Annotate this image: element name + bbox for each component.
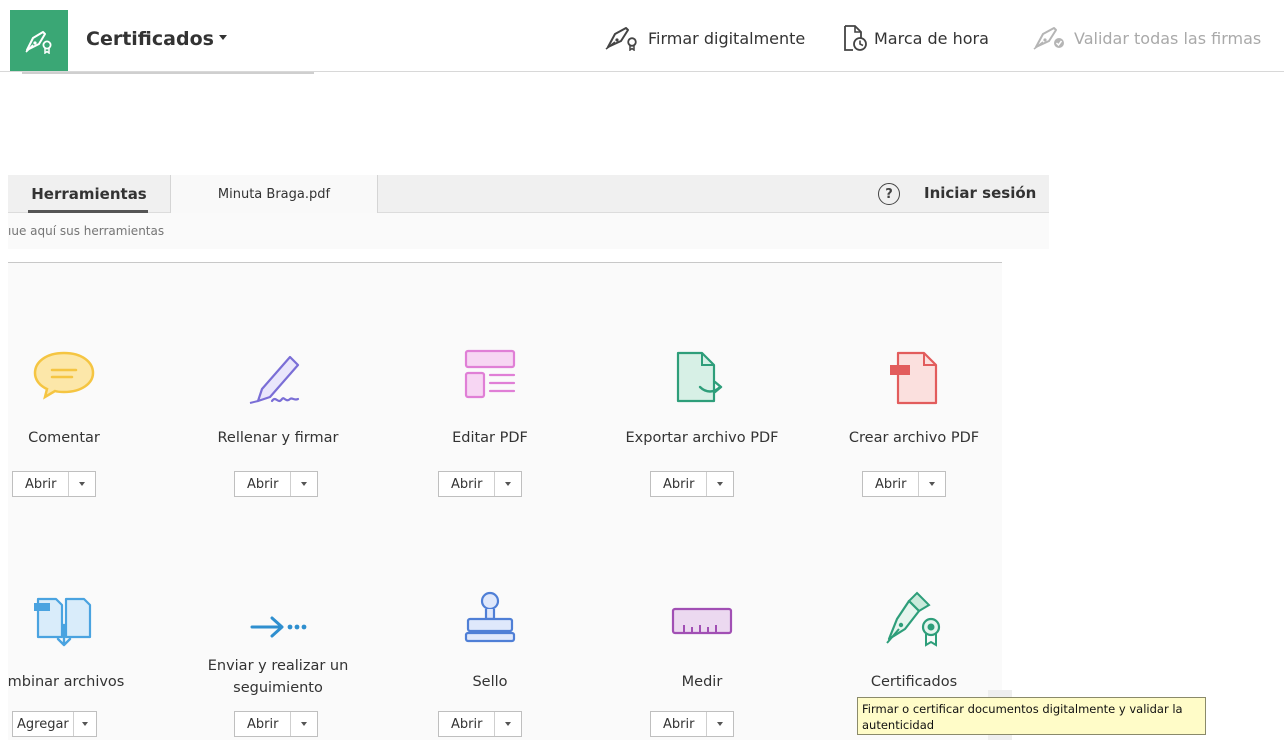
tool-export-pdf: Exportar archivo PDF Abrir [602, 263, 802, 503]
chevron-down-icon[interactable] [69, 472, 95, 496]
timestamp-icon [844, 25, 867, 51]
tool-comment-label: Comentar [28, 430, 100, 446]
create-pdf-icon[interactable] [814, 347, 1014, 411]
chevron-down-icon[interactable] [919, 472, 945, 496]
tab-bar: Herramientas Minuta Braga.pdf ? Iniciar … [8, 175, 1049, 213]
validate-signatures-button[interactable]: Validar todas las firmas [1032, 24, 1261, 52]
tool-create-pdf-open-button[interactable]: Abrir [862, 471, 947, 497]
help-icon: ? [885, 186, 893, 202]
tool-combine-files-add-button[interactable]: Agregar [12, 711, 97, 737]
stamp-icon[interactable] [390, 587, 590, 651]
export-pdf-icon[interactable] [602, 347, 802, 411]
chevron-down-icon[interactable] [495, 712, 521, 736]
chevron-down-icon[interactable] [707, 472, 733, 496]
certificates-icon[interactable] [814, 587, 1014, 651]
tool-export-pdf-open-button[interactable]: Abrir [650, 471, 735, 497]
tool-measure-open-button[interactable]: Abrir [650, 711, 735, 737]
tool-combine-files-label: mbinar archivos [7, 674, 125, 690]
send-track-icon[interactable] [178, 595, 378, 659]
tool-certificates-label: Certificados [870, 674, 958, 690]
comment-icon[interactable] [0, 343, 164, 407]
tool-combine-files: mbinar archivos Agregar [0, 503, 164, 740]
tool-stamp: Sello Abrir [390, 503, 590, 740]
pen-seal-icon [25, 30, 52, 54]
chevron-down-icon [218, 35, 227, 40]
help-button[interactable]: ? [878, 183, 900, 205]
tool-edit-pdf: Editar PDF Abrir [390, 263, 590, 503]
tool-send-track: Enviar y realizar un seguimiento Abrir [178, 503, 378, 740]
tool-create-pdf-label: Crear archivo PDF [848, 430, 980, 446]
tool-fill-sign: Rellenar y firmar Abrir [178, 263, 378, 503]
tool-create-pdf: Crear archivo PDF Abrir [814, 263, 1014, 503]
timestamp-label: Marca de hora [874, 28, 989, 48]
toolbar-divider-segment [22, 72, 314, 74]
tool-stamp-open-button[interactable]: Abrir [438, 711, 523, 737]
pen-seal-icon [605, 27, 637, 51]
combine-files-icon[interactable] [0, 589, 164, 653]
validate-signatures-icon [1033, 27, 1064, 50]
tools-grid: Comentar Abrir Rellenar y firmar Abrir E… [8, 263, 1002, 740]
sign-digitally-label: Firmar digitalmente [648, 28, 806, 48]
tooltip: Firmar o certificar documentos digitalme… [857, 697, 1206, 735]
tool-send-track-label: Enviar y realizar un seguimiento [207, 658, 349, 696]
tool-stamp-label: Sello [472, 674, 508, 690]
chevron-down-icon[interactable] [291, 712, 317, 736]
tool-fill-sign-open-button[interactable]: Abrir [234, 471, 319, 497]
sign-digitally-button[interactable]: Firmar digitalmente [604, 24, 805, 52]
tool-search-input[interactable] [8, 213, 1008, 249]
tab-tools[interactable]: Herramientas [8, 175, 170, 213]
chevron-down-icon[interactable] [291, 472, 317, 496]
fill-sign-icon[interactable] [178, 347, 378, 411]
chevron-down-icon[interactable] [495, 472, 521, 496]
tool-comment-open-button[interactable]: Abrir [12, 471, 97, 497]
tool-edit-pdf-label: Editar PDF [452, 430, 528, 446]
edit-pdf-icon[interactable] [390, 343, 590, 407]
signin-link[interactable]: Iniciar sesión [924, 184, 1036, 202]
certificates-title[interactable]: Certificados [86, 28, 227, 50]
measure-icon[interactable] [602, 589, 802, 653]
chevron-down-icon[interactable] [707, 712, 733, 736]
certificates-toolbar: Certificados Firmar digitalmente Marca d… [0, 0, 1284, 72]
tool-search-strip [8, 213, 1049, 249]
tool-measure: Medir Abrir [602, 503, 802, 740]
chevron-down-icon[interactable] [74, 712, 96, 736]
timestamp-button[interactable]: Marca de hora [842, 24, 989, 52]
tool-comment: Comentar Abrir [0, 263, 164, 503]
tab-document[interactable]: Minuta Braga.pdf [170, 175, 378, 213]
tool-measure-label: Medir [681, 674, 723, 690]
tool-send-track-open-button[interactable]: Abrir [234, 711, 319, 737]
validate-signatures-label: Validar todas las firmas [1074, 28, 1262, 48]
tool-fill-sign-label: Rellenar y firmar [217, 430, 339, 446]
tool-edit-pdf-open-button[interactable]: Abrir [438, 471, 523, 497]
certificates-tool-icon-box[interactable] [10, 10, 68, 71]
tool-export-pdf-label: Exportar archivo PDF [625, 430, 779, 446]
